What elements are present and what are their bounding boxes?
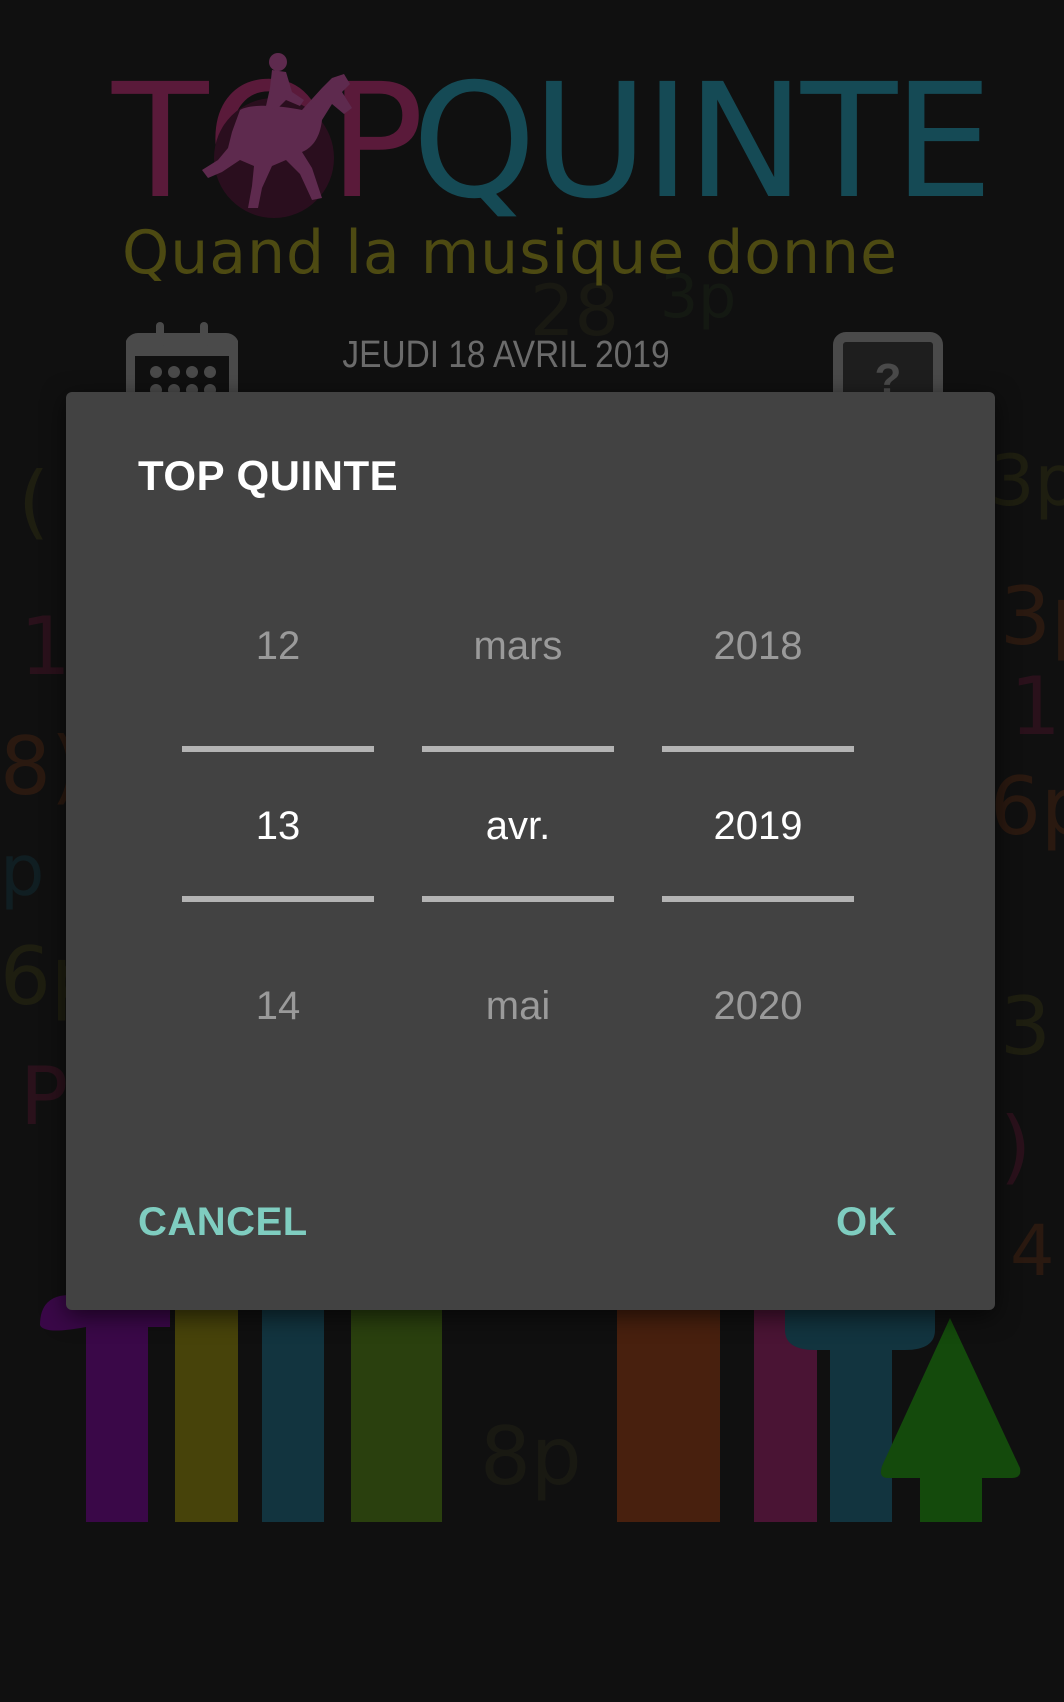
bg-digit: 3 [1000, 980, 1051, 1073]
bar-orange [617, 1310, 720, 1522]
horse-rider-icon [202, 53, 352, 218]
year-prev[interactable]: 2018 [662, 624, 854, 669]
month-next[interactable]: mai [422, 984, 614, 1029]
bg-digit: p [0, 830, 45, 912]
bar-green [351, 1310, 442, 1522]
ok-button[interactable]: OK [836, 1200, 897, 1245]
bg-digit: ) [1000, 1100, 1032, 1193]
tagline: Quand la musique donne [122, 218, 898, 288]
month-selection-divider-bottom [422, 896, 614, 902]
year-picker[interactable]: 2018 2019 2020 [662, 392, 854, 1310]
year-selected[interactable]: 2019 [662, 804, 854, 849]
up-arrow-icon [880, 1318, 1021, 1522]
month-selection-divider-top [422, 746, 614, 752]
date-picker-dialog: TOP QUINTE 12 13 14 mars avr. mai 2018 2… [66, 392, 995, 1310]
month-picker[interactable]: mars avr. mai [422, 392, 614, 1310]
bg-digit: 4 [1010, 1210, 1055, 1292]
bar-purple-t [40, 1295, 170, 1522]
bg-digit: 1 [1010, 660, 1061, 753]
bg-digit: 1 [20, 600, 71, 693]
bg-digit: P [20, 1050, 69, 1143]
bar-olive [175, 1310, 238, 1522]
month-selected[interactable]: avr. [422, 804, 614, 849]
current-date-label[interactable]: JEUDI 18 AVRIL 2019 [330, 334, 682, 377]
day-selected[interactable]: 13 [182, 804, 374, 849]
bar-teal [262, 1310, 324, 1522]
bg-digit: 8p [480, 1410, 582, 1503]
bg-digit: ( [18, 455, 50, 548]
day-picker[interactable]: 12 13 14 [182, 392, 374, 1310]
day-prev[interactable]: 12 [182, 624, 374, 669]
year-selection-divider-bottom [662, 896, 854, 902]
logo-text-quinte: QUINTE [412, 50, 993, 234]
bg-digit: 3p [1000, 570, 1064, 663]
year-next[interactable]: 2020 [662, 984, 854, 1029]
cancel-button[interactable]: CANCEL [138, 1200, 308, 1245]
calendar-icon[interactable] [126, 322, 238, 402]
bg-digit: 6p [990, 760, 1064, 853]
year-selection-divider-top [662, 746, 854, 752]
day-next[interactable]: 14 [182, 984, 374, 1029]
day-selection-divider-top [182, 746, 374, 752]
day-selection-divider-bottom [182, 896, 374, 902]
month-prev[interactable]: mars [422, 624, 614, 669]
app-logo: TOP QUINTE [112, 48, 993, 222]
bg-digit: 3p [990, 440, 1064, 522]
